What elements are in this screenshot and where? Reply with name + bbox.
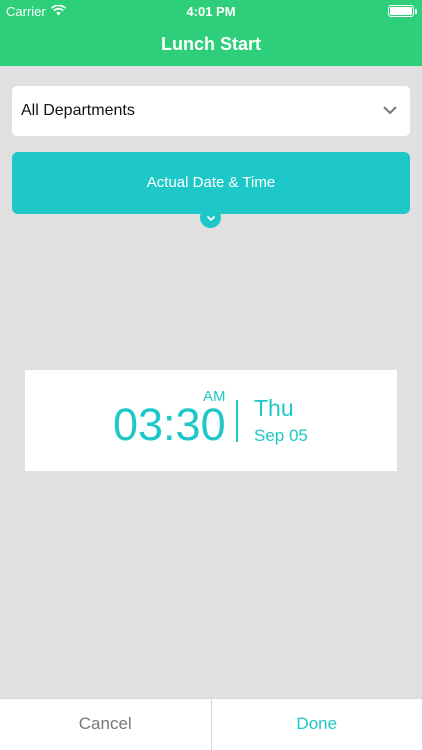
day-of-week: Thu (254, 395, 294, 421)
actual-date-time-button[interactable]: Actual Date & Time (12, 152, 410, 214)
department-select-value: All Departments (21, 102, 135, 119)
status-bar: Carrier 4:01 PM (0, 0, 422, 22)
datetime-card[interactable]: AM 03:30 Thu Sep 05 (25, 370, 397, 471)
nav-bar: Lunch Start (0, 22, 422, 66)
date-value: Sep 05 (254, 426, 308, 445)
expand-toggle-button[interactable] (200, 207, 221, 228)
actual-date-time-label: Actual Date & Time (146, 174, 276, 191)
chevron-down-icon (206, 209, 216, 227)
status-time: 4:01 PM (186, 4, 236, 19)
divider (236, 400, 238, 442)
chevron-down-icon (382, 102, 398, 120)
time-value: 03:30 (113, 399, 226, 450)
battery-icon (388, 5, 417, 17)
cancel-button[interactable]: Cancel (0, 699, 212, 750)
done-button[interactable]: Done (212, 699, 422, 750)
bottom-bar: Cancel Done (0, 698, 422, 750)
page-title: Lunch Start (160, 34, 261, 54)
department-select[interactable]: All Departments (12, 86, 410, 136)
